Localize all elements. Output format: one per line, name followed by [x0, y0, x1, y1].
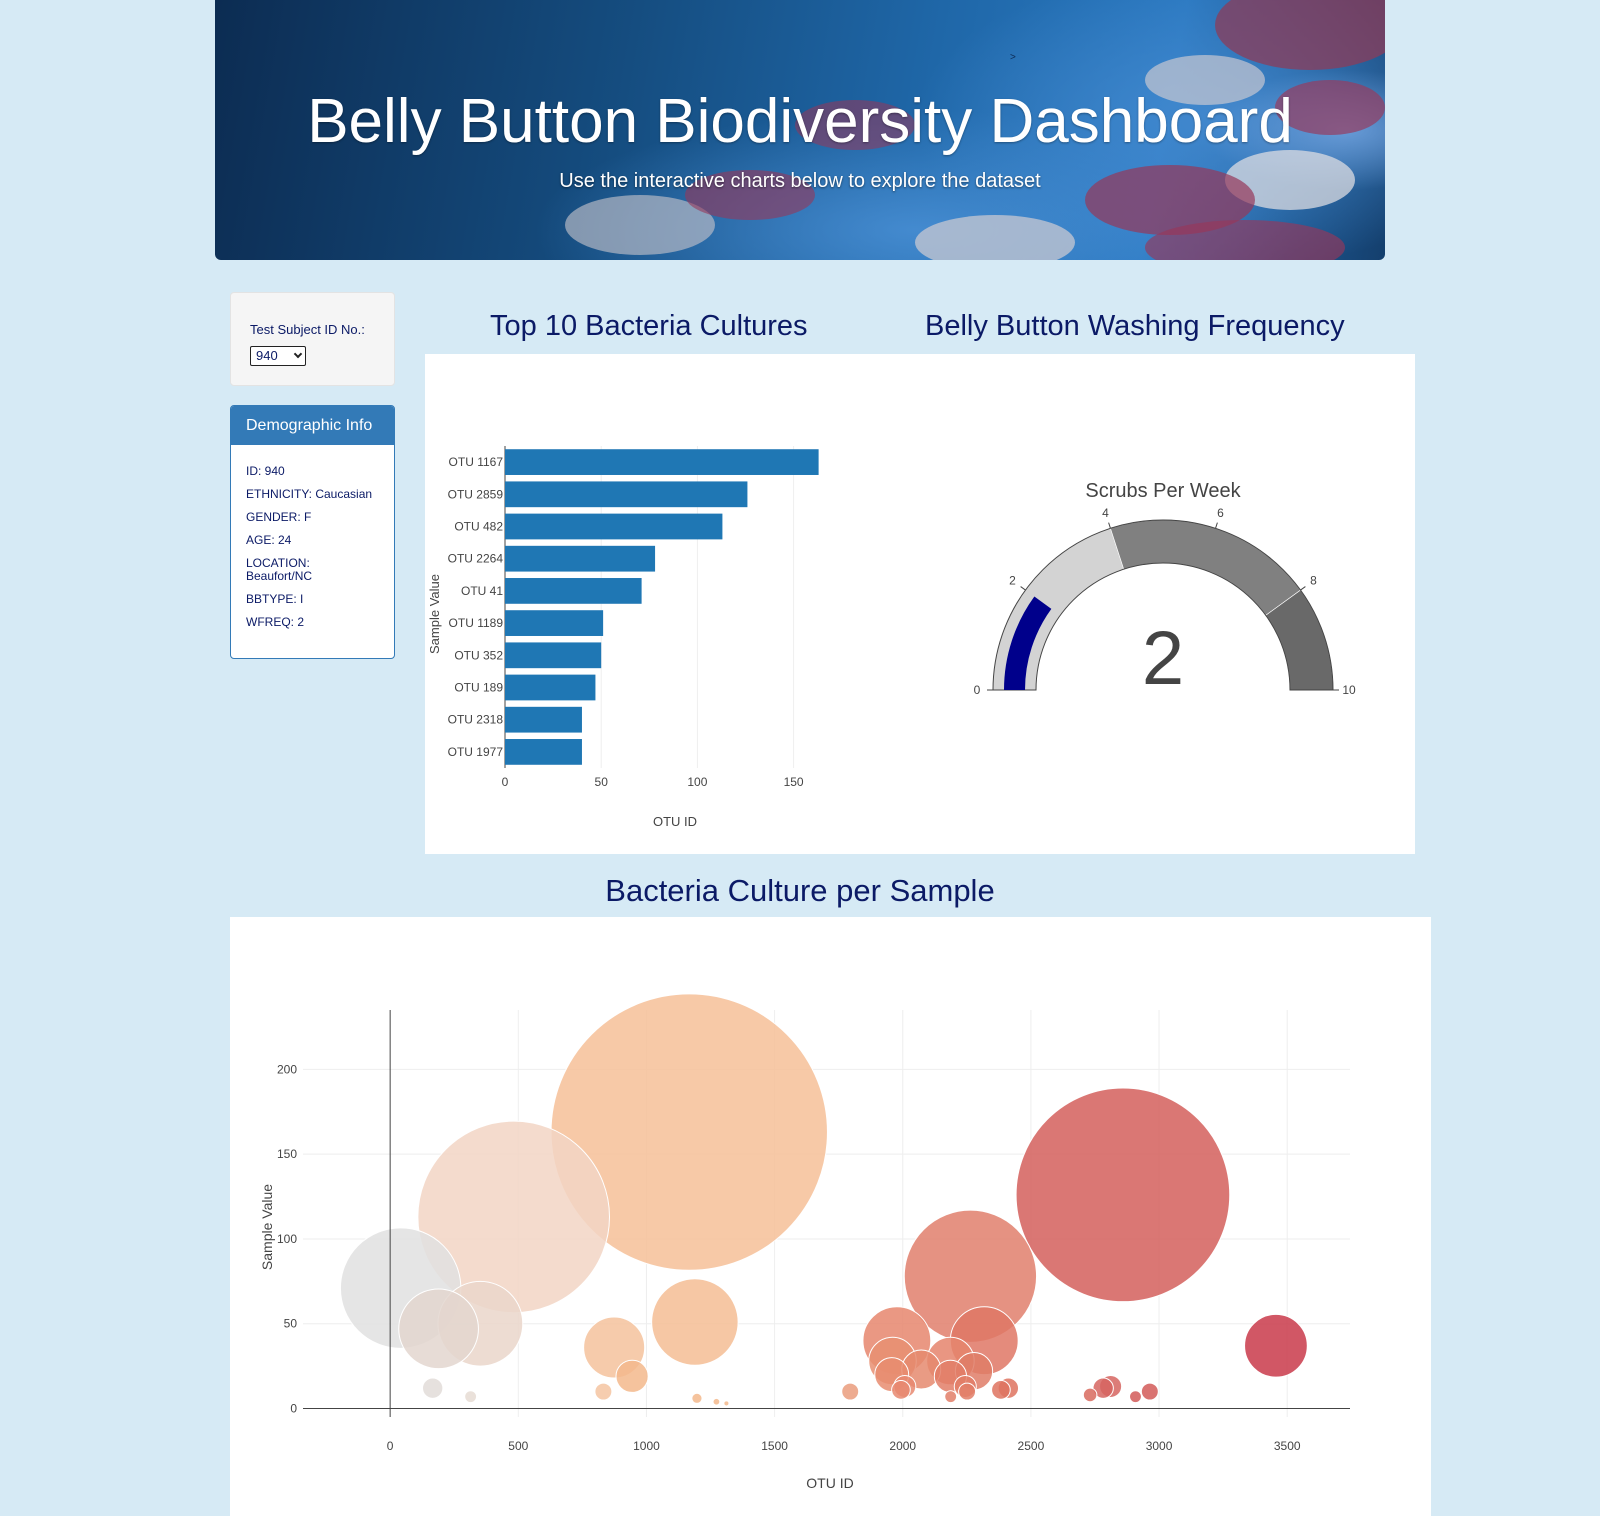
gauge-step — [1110, 519, 1301, 616]
bubble-point — [691, 1392, 703, 1404]
gauge-tick — [1020, 586, 1026, 591]
bubble-y-tick-label: 100 — [277, 1232, 297, 1246]
demographic-wfreq: WFREQ: 2 — [246, 615, 305, 629]
bubble-y-tick-label: 150 — [277, 1147, 297, 1161]
gauge-tick-label: 10 — [1342, 683, 1356, 697]
gauge-tick-label: 8 — [1310, 574, 1317, 588]
gauge-title: Scrubs Per Week — [1085, 480, 1241, 502]
bubble-point — [1129, 1390, 1142, 1404]
gauge-tick — [1215, 522, 1218, 529]
demographic-bbtype: BBTYPE: I — [246, 592, 304, 606]
bubble-y-tick-label: 0 — [290, 1402, 297, 1416]
gauge-chart[interactable]: 0 2 4 6 8 10 Scrubs Per Week 2 — [425, 354, 1415, 854]
gauge-chart-heading: Belly Button Washing Frequency — [925, 310, 1345, 342]
gauge-tick-label: 4 — [1102, 506, 1109, 520]
demographic-gender: GENDER: F — [246, 510, 312, 524]
bubble-chart[interactable]: 0 500 1000 1500 2000 2500 3000 3500 0 50 100 150 200… — [230, 917, 1431, 1516]
bubble-point — [944, 1390, 958, 1404]
bar-chart-heading: Top 10 Bacteria Cultures — [490, 310, 808, 342]
bubble-point — [1140, 1382, 1159, 1401]
bubble-x-tick-label: 0 — [387, 1439, 394, 1453]
bubble-point — [712, 1397, 721, 1406]
page-subtitle: Use the interactive charts below to expl… — [559, 170, 1041, 192]
gauge-tick-label: 2 — [1009, 574, 1016, 588]
demographic-id: ID: 940 — [246, 464, 285, 478]
bubble-x-tick-label: 500 — [508, 1439, 528, 1453]
bubble-panel: 0 500 1000 1500 2000 2500 3000 3500 0 50 100 150 200… — [230, 917, 1431, 1516]
bubble-x-axis-title: OTU ID — [806, 1475, 853, 1491]
charts-panel: OTU 1167 OTU 2859 OTU 482 OTU 2264 OTU 41 OTU… — [425, 354, 1415, 854]
bubble-x-tick-label: 3000 — [1146, 1439, 1173, 1453]
bubble-point — [1244, 1313, 1308, 1378]
bubble-point — [615, 1359, 649, 1393]
bubble-point — [958, 1382, 977, 1401]
bubble-y-axis-title: Sample Value — [259, 1184, 275, 1270]
bubble-point — [891, 1380, 911, 1400]
demographic-age: AGE: 24 — [246, 533, 292, 547]
bubble-point — [464, 1390, 478, 1404]
subject-id-value: 940 — [256, 348, 278, 363]
bubble-x-tick-label: 2000 — [889, 1439, 916, 1453]
demographic-heading: Demographic Info — [231, 406, 394, 445]
gauge-tick — [1300, 586, 1306, 591]
bubble-x-tick-label: 2500 — [1018, 1439, 1045, 1453]
bubble-point — [1082, 1387, 1098, 1403]
bubble-point — [1015, 1087, 1231, 1303]
subject-id-dropdown[interactable]: 940 — [250, 346, 306, 366]
bubble-point — [422, 1377, 444, 1399]
gauge-value: 2 — [1142, 616, 1184, 701]
bubble-series — [339, 993, 1308, 1407]
gauge-tick-label: 6 — [1217, 506, 1224, 520]
bubble-x-tick-label: 1500 — [761, 1439, 788, 1453]
bubble-y-tick-label: 200 — [277, 1062, 297, 1076]
page-title: Belly Button Biodiversity Dashboard — [307, 87, 1293, 156]
bubble-point — [398, 1288, 479, 1370]
gauge-tick — [1108, 522, 1111, 529]
bubble-y-tick-label: 50 — [284, 1317, 298, 1331]
chevron-down-icon — [293, 349, 303, 359]
bubble-point — [841, 1382, 860, 1401]
gauge-tick-label: 0 — [974, 683, 981, 697]
bubble-x-tick-label: 1000 — [633, 1439, 660, 1453]
demographic-location: LOCATION: Beaufort/NC — [246, 556, 313, 583]
bubble-point — [723, 1400, 730, 1407]
subject-selector-label: Test Subject ID No.: — [250, 322, 365, 337]
header-banner: > Belly Button Biodiversity Dashboard Us… — [215, 0, 1385, 260]
banner-texture — [915, 215, 1075, 260]
bubble-point — [651, 1278, 739, 1366]
demographic-ethnicity: ETHNICITY: Caucasian — [246, 487, 373, 501]
bubble-chart-heading: Bacteria Culture per Sample — [605, 873, 995, 908]
bubble-point — [991, 1380, 1011, 1400]
subject-selector-well: Test Subject ID No.: 940 — [230, 292, 395, 386]
banner-mark: > — [1010, 52, 1016, 63]
bubble-x-tick-label: 3500 — [1274, 1439, 1301, 1453]
demographic-body: ID: 940 ETHNICITY: Caucasian GENDER: F A… — [231, 445, 394, 629]
demographic-panel: Demographic Info ID: 940 ETHNICITY: Cauc… — [230, 405, 395, 659]
bubble-point — [594, 1382, 613, 1401]
